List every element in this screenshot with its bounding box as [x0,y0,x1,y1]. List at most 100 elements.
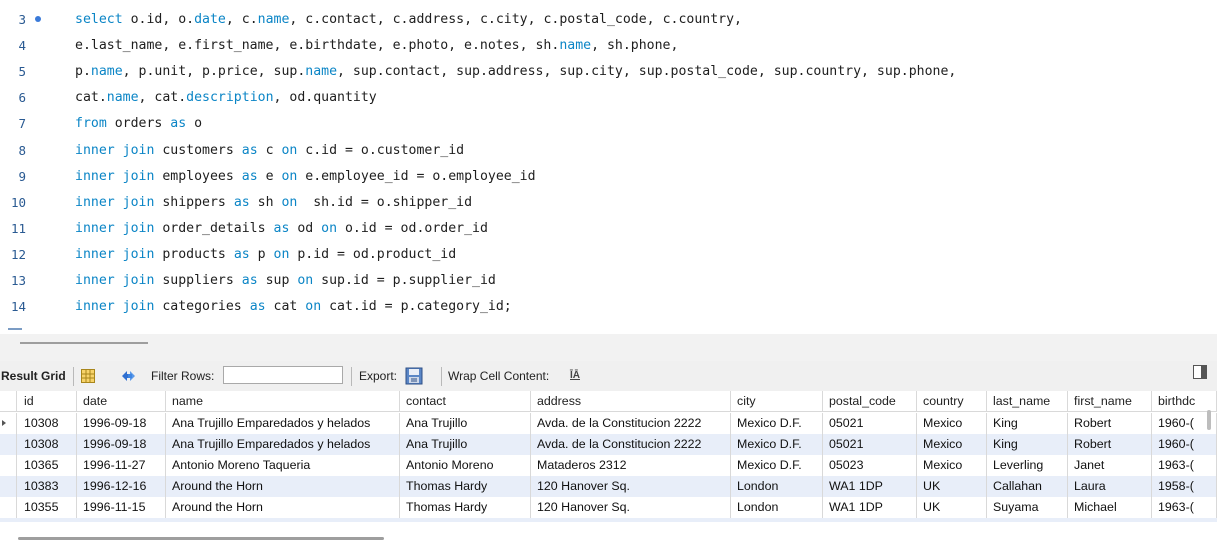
column-header[interactable]: birthdc [1152,391,1217,412]
table-cell[interactable]: London [731,476,823,497]
table-cell[interactable]: 10308 [18,413,77,434]
row-selector[interactable] [0,434,17,455]
table-cell[interactable]: Ana Trujillo [400,434,531,455]
table-row[interactable]: 10365 1996-11-27 Antonio Moreno Taqueria An… [0,455,1217,476]
code-line[interactable]: 5 p.name, p.unit, p.price, sup.name, sup.… [0,59,1217,85]
table-cell[interactable]: Avda. de la Constitucion 2222 [531,413,731,434]
column-header[interactable]: last_name [987,391,1068,412]
table-cell[interactable]: Michael [1068,497,1152,518]
table-cell[interactable]: 1963-( [1152,497,1217,518]
table-cell[interactable]: Ana Trujillo [400,413,531,434]
row-selector[interactable] [0,476,17,497]
column-header[interactable]: name [166,391,400,412]
table-row[interactable]: 10308 1996-09-18 Ana Trujillo Emparedados … [0,434,1217,455]
code-line[interactable]: 3 select o.id, o.date, c.name, c.contact,… [0,7,1217,33]
table-cell[interactable]: Suyama [987,497,1068,518]
table-cell[interactable]: Callahan [987,476,1068,497]
grid-vertical-scrollbar[interactable] [1207,410,1211,430]
column-header[interactable]: id [18,391,77,412]
column-header[interactable]: address [531,391,731,412]
code-line[interactable]: 4 e.last_name, e.first_name, e.birthdate,… [0,33,1217,59]
row-selector[interactable] [0,455,17,476]
editor-horizontal-scrollbar[interactable] [20,342,148,344]
sql-editor[interactable]: 3 select o.id, o.date, c.name, c.contact,… [0,0,1217,334]
table-cell[interactable]: 1996-09-18 [77,413,166,434]
table-cell[interactable]: 1996-12-16 [77,476,166,497]
toggle-side-panel-icon[interactable] [1193,365,1207,379]
row-selector[interactable] [0,497,17,518]
code-line[interactable]: 9 inner join employees as e on e.employee… [0,164,1217,190]
table-cell[interactable]: Laura [1068,476,1152,497]
table-cell[interactable]: Mexico [917,413,987,434]
code-line[interactable]: 11 inner join order_details as od on o.id… [0,216,1217,242]
table-cell[interactable]: 10383 [18,476,77,497]
table-cell[interactable]: UK [917,476,987,497]
column-header[interactable]: first_name [1068,391,1152,412]
column-header[interactable]: date [77,391,166,412]
table-cell[interactable]: Antonio Moreno Taqueria [166,455,400,476]
table-cell[interactable]: WA1 1DP [823,497,917,518]
table-cell[interactable]: London [731,497,823,518]
code-line[interactable]: 14 inner join categories as cat on cat.id… [0,294,1217,320]
table-cell[interactable]: Thomas Hardy [400,497,531,518]
wrap-cell-icon[interactable]: ĪĀ [570,361,580,391]
table-cell[interactable]: Mexico [917,434,987,455]
row-selector[interactable] [0,391,17,412]
table-cell[interactable]: 120 Hanover Sq. [531,476,731,497]
table-row[interactable]: 10383 1996-12-16 Around the Horn Thomas Har… [0,476,1217,497]
column-header[interactable]: country [917,391,987,412]
table-cell[interactable]: WA1 1DP [823,476,917,497]
table-cell[interactable]: Mexico D.F. [731,455,823,476]
table-cell[interactable]: Leverling [987,455,1068,476]
table-row[interactable]: 10308 1996-09-18 Ana Trujillo Emparedados … [0,413,1217,434]
code-line[interactable]: 12 inner join products as p on p.id = od.… [0,242,1217,268]
code-line[interactable]: 13 inner join suppliers as sup on sup.id … [0,268,1217,294]
table-cell[interactable]: 1996-09-18 [77,434,166,455]
table-cell[interactable]: 05021 [823,434,917,455]
code-line[interactable]: 7 from orders as o [0,111,1217,137]
table-cell[interactable]: 10365 [18,455,77,476]
column-header[interactable]: contact [400,391,531,412]
result-grid-tab[interactable]: Result Grid [1,361,66,391]
table-cell[interactable]: Antonio Moreno [400,455,531,476]
table-cell[interactable]: UK [917,497,987,518]
table-cell[interactable]: Around the Horn [166,476,400,497]
table-cell[interactable]: King [987,413,1068,434]
table-cell[interactable]: Ana Trujillo Emparedados y helados [166,434,400,455]
table-cell[interactable]: Thomas Hardy [400,476,531,497]
table-cell[interactable]: Mexico [917,455,987,476]
table-cell[interactable]: 05023 [823,455,917,476]
table-cell[interactable]: 1996-11-27 [77,455,166,476]
table-cell[interactable]: Avda. de la Constitucion 2222 [531,434,731,455]
table-cell[interactable]: Mataderos 2312 [531,455,731,476]
grid-view-icon[interactable] [81,369,95,383]
column-header[interactable]: postal_code [823,391,917,412]
table-cell[interactable]: Janet [1068,455,1152,476]
table-cell[interactable]: 1963-( [1152,455,1217,476]
result-grid[interactable]: id date name contact address city postal_code c… [0,391,1217,552]
table-cell[interactable]: Robert [1068,413,1152,434]
refresh-icon[interactable] [119,368,137,384]
code-line[interactable]: 8 inner join customers as c on c.id = o.c… [0,138,1217,164]
table-cell[interactable]: Robert [1068,434,1152,455]
table-cell[interactable]: 120 Hanover Sq. [531,497,731,518]
table-cell[interactable]: Mexico D.F. [731,434,823,455]
panel-splitter[interactable] [0,334,1217,361]
table-cell[interactable]: 05021 [823,413,917,434]
row-selector[interactable] [0,413,17,434]
table-cell[interactable]: Mexico D.F. [731,413,823,434]
table-cell[interactable]: King [987,434,1068,455]
code-line[interactable]: 10 inner join shippers as sh on sh.id = o… [0,190,1217,216]
table-cell[interactable]: Ana Trujillo Emparedados y helados [166,413,400,434]
export-icon[interactable] [404,366,424,386]
table-cell[interactable]: 1958-( [1152,476,1217,497]
table-cell[interactable]: Around the Horn [166,497,400,518]
column-header[interactable]: city [731,391,823,412]
table-cell[interactable]: 10308 [18,434,77,455]
grid-horizontal-scrollbar[interactable] [18,537,384,540]
table-cell[interactable]: 1996-11-15 [77,497,166,518]
table-cell[interactable]: 10355 [18,497,77,518]
table-row[interactable]: 10355 1996-11-15 Around the Horn Thomas Har… [0,497,1217,518]
code-line[interactable]: 6 cat.name, cat.description, od.quantity [0,85,1217,111]
table-cell[interactable]: 1960-( [1152,434,1217,455]
